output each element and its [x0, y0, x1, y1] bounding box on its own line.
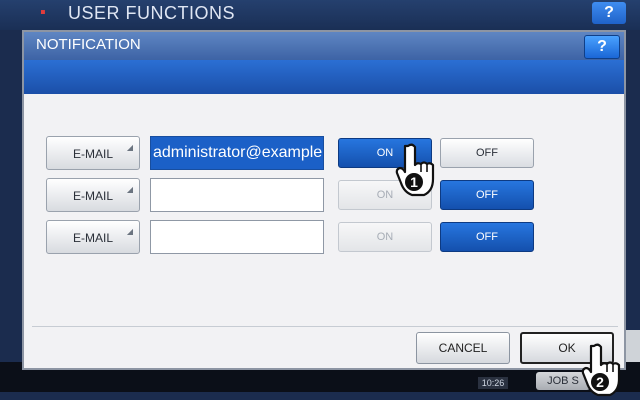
notification-row-3: E-MAIL ◢ ON OFF	[24, 220, 624, 254]
off-button-3[interactable]: OFF	[440, 222, 534, 252]
notification-dialog: NOTIFICATION ? E-MAIL ◢ administrator@ex…	[22, 30, 626, 370]
cancel-button[interactable]: CANCEL	[416, 332, 510, 364]
email-button-label: E-MAIL	[72, 147, 113, 161]
email-button-label: E-MAIL	[72, 189, 113, 203]
help-button[interactable]: ?	[584, 35, 620, 59]
notification-row-2: E-MAIL ◢ ON OFF	[24, 178, 624, 212]
off-button-2[interactable]: OFF	[440, 180, 534, 210]
hand-pointer-icon: 2	[580, 342, 632, 400]
email-address-field-3[interactable]	[150, 220, 324, 254]
footer-time: 10:26	[478, 377, 508, 389]
background-help-button[interactable]: ?	[592, 2, 626, 24]
email-button-2[interactable]: E-MAIL ◢	[46, 178, 140, 212]
email-button-3[interactable]: E-MAIL ◢	[46, 220, 140, 254]
user-functions-icon: ▪	[40, 4, 46, 21]
corner-arrow-icon: ◢	[126, 143, 133, 152]
dialog-header-band	[24, 60, 624, 94]
callout-number-2: 2	[596, 374, 604, 390]
dialog-title-bar: NOTIFICATION ?	[24, 32, 624, 60]
on-button-3[interactable]: ON	[338, 222, 432, 252]
corner-arrow-icon: ◢	[126, 227, 133, 236]
corner-arrow-icon: ◢	[126, 185, 133, 194]
email-button-label: E-MAIL	[72, 231, 113, 245]
notification-row-1: E-MAIL ◢ administrator@example.c ON OFF	[24, 136, 624, 170]
email-address-field-1[interactable]: administrator@example.c	[150, 136, 324, 170]
off-button-1[interactable]: OFF	[440, 138, 534, 168]
email-address-field-2[interactable]	[150, 178, 324, 212]
dialog-divider	[32, 326, 618, 327]
background-header: ▪ USER FUNCTIONS ?	[0, 0, 640, 30]
callout-number-1: 1	[410, 174, 418, 190]
background-title: USER FUNCTIONS	[68, 3, 236, 23]
dialog-title: NOTIFICATION	[36, 36, 141, 53]
email-button-1[interactable]: E-MAIL ◢	[46, 136, 140, 170]
hand-pointer-icon: 1	[394, 142, 446, 200]
